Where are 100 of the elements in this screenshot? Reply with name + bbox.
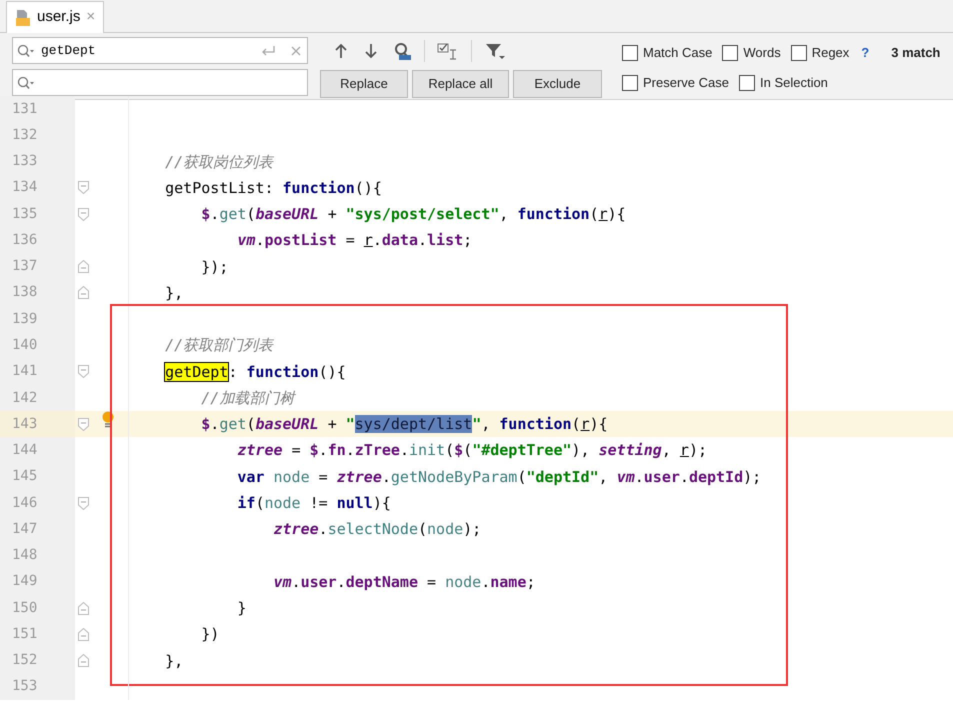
- fold-icon[interactable]: [78, 286, 88, 300]
- code-token: .: [210, 205, 220, 224]
- code-token: :: [228, 362, 238, 381]
- code-token: );: [743, 468, 762, 486]
- file-tab[interactable]: user.js ×: [6, 1, 104, 33]
- code-token: "#deptTree": [472, 441, 572, 460]
- select-occurrences-icon[interactable]: [437, 42, 459, 60]
- code-token: vm: [274, 572, 292, 591]
- code-token: if: [237, 494, 256, 512]
- search-input[interactable]: getDept: [41, 40, 253, 60]
- fold-icon[interactable]: [78, 628, 88, 641]
- fold-icon[interactable]: [78, 418, 88, 431]
- action-button[interactable]: Replace all: [412, 70, 509, 98]
- fold-icon[interactable]: [78, 602, 88, 615]
- code-token: =: [346, 231, 356, 250]
- code-token: user: [300, 572, 337, 591]
- code-token: name: [490, 572, 526, 591]
- code-token: node: [264, 494, 301, 512]
- line-number: 140: [0, 332, 75, 359]
- line-number: 136: [0, 227, 75, 254]
- code-token: node: [427, 520, 464, 538]
- line-number: 133: [0, 148, 75, 175]
- option-label: Regex: [812, 44, 850, 62]
- code-token: +: [328, 205, 338, 224]
- code-token: getPostList:: [165, 178, 274, 197]
- code-token: baseURL: [255, 205, 319, 224]
- code-token: ),: [572, 441, 591, 460]
- code-token: "sys/post/select": [346, 205, 500, 224]
- code-token: null: [336, 494, 373, 512]
- code-token: ;: [526, 572, 536, 591]
- find-all-icon[interactable]: [392, 40, 412, 60]
- code-token: ){: [372, 494, 391, 512]
- line-number: 153: [0, 674, 75, 700]
- code-token: r: [680, 441, 689, 460]
- code-token: function: [246, 362, 319, 381]
- code-token: baseURL: [255, 415, 319, 434]
- line-number: 149: [0, 568, 75, 596]
- line-number: 145: [0, 464, 75, 490]
- lightbulb-icon[interactable]: [101, 411, 115, 430]
- code-token: (: [590, 205, 599, 224]
- line-number: 139: [0, 306, 75, 332]
- checkbox[interactable]: [790, 44, 807, 60]
- code-token: (: [255, 494, 264, 512]
- option-label: Match Case: [643, 44, 712, 62]
- code-token: $: [201, 205, 210, 224]
- code-token: },: [165, 652, 184, 670]
- fold-icon[interactable]: [78, 365, 88, 378]
- option-label: Preserve Case: [643, 74, 729, 92]
- code-token: .: [346, 441, 355, 460]
- code-token: r: [364, 231, 373, 250]
- code-token: $: [310, 441, 319, 460]
- code-token: +: [328, 415, 338, 434]
- action-button[interactable]: Replace: [320, 70, 408, 98]
- code-token: deptId: [688, 468, 744, 486]
- code-token: .: [400, 441, 409, 460]
- code-token: .: [481, 572, 490, 591]
- code-token: init: [408, 441, 446, 460]
- fold-icon[interactable]: [78, 181, 88, 194]
- fold-icon[interactable]: [78, 654, 88, 668]
- code-token: (){: [318, 362, 346, 381]
- code-token: data: [382, 231, 418, 250]
- code-token: },: [165, 284, 184, 302]
- code-token: .: [372, 231, 382, 250]
- code-token: .: [210, 415, 220, 434]
- help-link[interactable]: ?: [861, 42, 870, 62]
- replace-field[interactable]: [12, 69, 308, 96]
- action-button[interactable]: Exclude: [513, 70, 602, 98]
- code-token: ,: [598, 468, 609, 486]
- fold-icon[interactable]: [78, 208, 88, 221]
- code-token: deptName: [346, 572, 418, 591]
- match-count: 3 match: [891, 44, 940, 62]
- line-number: 152: [0, 648, 75, 674]
- checkbox[interactable]: [622, 74, 638, 90]
- search-field[interactable]: getDept: [12, 37, 308, 64]
- code-token: setting: [598, 441, 662, 460]
- code-token: vm: [237, 231, 256, 250]
- code-token: (: [517, 468, 526, 486]
- code-token: .: [634, 468, 644, 486]
- code-token: =: [292, 441, 302, 460]
- line-number: 141: [0, 358, 75, 385]
- fold-icon[interactable]: [78, 260, 88, 274]
- fold-icon[interactable]: [78, 496, 88, 510]
- code-token: getNodeByParam: [390, 468, 518, 486]
- code-token: function: [499, 415, 572, 434]
- line-number: 150: [0, 595, 75, 622]
- checkbox[interactable]: [722, 44, 738, 60]
- code-token: (: [246, 415, 256, 434]
- code-token: getDept: [165, 362, 228, 381]
- code-token: ztree: [237, 441, 283, 460]
- code-token: ": [472, 415, 482, 434]
- code-token: $: [454, 441, 464, 460]
- code-token: ;: [463, 231, 472, 250]
- code-token: r: [580, 415, 590, 434]
- checkbox[interactable]: [622, 44, 638, 60]
- code-token: =: [318, 468, 329, 486]
- checkbox[interactable]: [738, 74, 755, 90]
- line-number: 143: [0, 411, 75, 438]
- code-token: =: [427, 572, 438, 591]
- clear-icon[interactable]: [289, 44, 303, 58]
- code-token: .: [318, 441, 328, 460]
